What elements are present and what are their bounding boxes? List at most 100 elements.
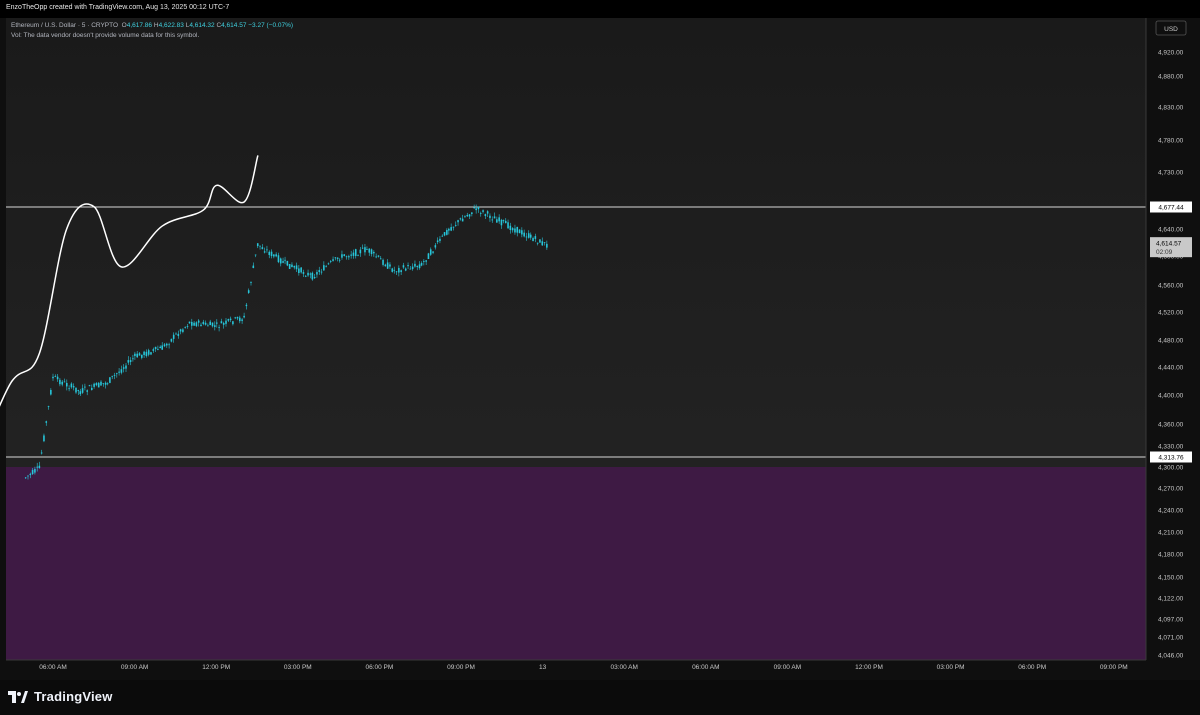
candle-body (145, 351, 148, 357)
shaded-zone (6, 467, 1146, 660)
candle-body (120, 369, 123, 373)
candle-body (141, 354, 143, 358)
candle-body (427, 253, 430, 259)
candle-body (229, 318, 232, 321)
candle-body (311, 272, 314, 280)
candle-body (338, 259, 341, 261)
open-value: 4,617.86 (126, 22, 153, 29)
candle-body (275, 254, 277, 257)
candle-body (282, 261, 284, 263)
candle-body (234, 317, 236, 319)
price-chart[interactable]: 4,920.00 4,880.00 4,830.00 4,780.00 4,730.00… (0, 0, 1200, 680)
candle-body (534, 236, 537, 239)
candle-body (539, 239, 541, 243)
candle-body (202, 321, 205, 325)
time-tick-label: 03:00 AM (610, 664, 637, 671)
candle-body (161, 345, 163, 350)
candle-body (154, 346, 157, 350)
candle-body (97, 382, 100, 388)
time-tick-label: 13 (539, 664, 547, 671)
candle-body (95, 383, 98, 386)
candle-body (318, 270, 321, 272)
candle-body (411, 266, 414, 270)
candle-body (125, 365, 127, 369)
svg-text:4,677.44: 4,677.44 (1158, 204, 1184, 211)
candle-body (307, 272, 309, 276)
candle-body (188, 321, 191, 324)
candle-body (186, 326, 189, 327)
time-tick-label: 03:00 PM (937, 664, 965, 671)
candle-body (473, 207, 475, 209)
candle-body (134, 353, 136, 356)
candle-body (525, 236, 528, 238)
price-tick-label: 4,640.00 (1158, 226, 1184, 233)
candle-body (27, 475, 29, 477)
time-tick-label: 06:00 PM (1018, 664, 1046, 671)
price-tick-label: 4,150.00 (1158, 574, 1184, 581)
candle-body (70, 383, 73, 388)
candle-body (518, 229, 521, 234)
candle-body (541, 241, 544, 246)
currency-box[interactable]: USD (1155, 20, 1187, 36)
candle-body (407, 265, 409, 267)
candle-body (352, 252, 355, 256)
candle-body (207, 325, 209, 327)
time-tick-label: 09:00 PM (1100, 664, 1128, 671)
candle-body (152, 349, 155, 351)
price-tick-label: 4,210.00 (1158, 529, 1184, 536)
candle-body (150, 352, 152, 355)
candle-body (302, 272, 305, 274)
candle-body (93, 383, 95, 387)
candle-body (325, 266, 327, 268)
candle-body (29, 473, 32, 476)
candle-body (507, 222, 509, 229)
candle-body (72, 386, 75, 388)
candle-body (536, 242, 539, 244)
candle-body (502, 220, 505, 222)
candle-body (236, 316, 239, 319)
time-axis[interactable]: 06:00 AM 09:00 AM 12:00 PM 03:00 PM 06:00 PM… (39, 664, 1127, 671)
price-tick-label: 4,440.00 (1158, 364, 1184, 371)
price-axis[interactable]: 4,920.00 4,880.00 4,830.00 4,780.00 4,730.00… (1158, 49, 1184, 659)
candle-body (38, 465, 41, 469)
tradingview-logo[interactable]: TradingView (8, 689, 113, 704)
candle-body (486, 211, 489, 214)
price-tick-label: 4,830.00 (1158, 104, 1184, 111)
candle-body (389, 264, 391, 267)
time-tick-label: 06:00 PM (365, 664, 393, 671)
change-value: −3.27 (−0.07%) (248, 22, 294, 29)
candle-body (343, 254, 346, 256)
candle-body (52, 376, 54, 379)
candle-body (420, 262, 423, 266)
candle-body (61, 381, 63, 385)
candle-body (300, 267, 302, 273)
candle-body (179, 329, 182, 332)
candle-body (441, 235, 444, 237)
candle-body (395, 271, 398, 273)
candle-body (368, 248, 371, 253)
candle-body (40, 452, 43, 454)
currency-label: USD (1164, 26, 1178, 33)
candle-body (138, 353, 141, 356)
price-tick-label: 4,480.00 (1158, 337, 1184, 344)
candle-body (334, 257, 337, 259)
candle-body (500, 219, 503, 226)
price-tick-label: 4,400.00 (1158, 392, 1184, 399)
price-tick-label: 4,071.00 (1158, 634, 1184, 641)
candle-body (418, 264, 421, 269)
candle-body (34, 468, 36, 473)
candle-body (509, 225, 512, 231)
candle-body (521, 230, 523, 235)
candle-body (250, 282, 252, 283)
candle-body (88, 385, 91, 387)
candle-body (416, 265, 419, 268)
candle-body (532, 238, 534, 242)
candle-body (132, 358, 134, 360)
candle-body (254, 254, 257, 256)
candle-body (218, 327, 220, 328)
candle-body (122, 367, 125, 369)
candle-body (298, 268, 300, 273)
candle-body (489, 215, 491, 219)
candle-body (106, 383, 109, 385)
candle-body (409, 268, 412, 270)
